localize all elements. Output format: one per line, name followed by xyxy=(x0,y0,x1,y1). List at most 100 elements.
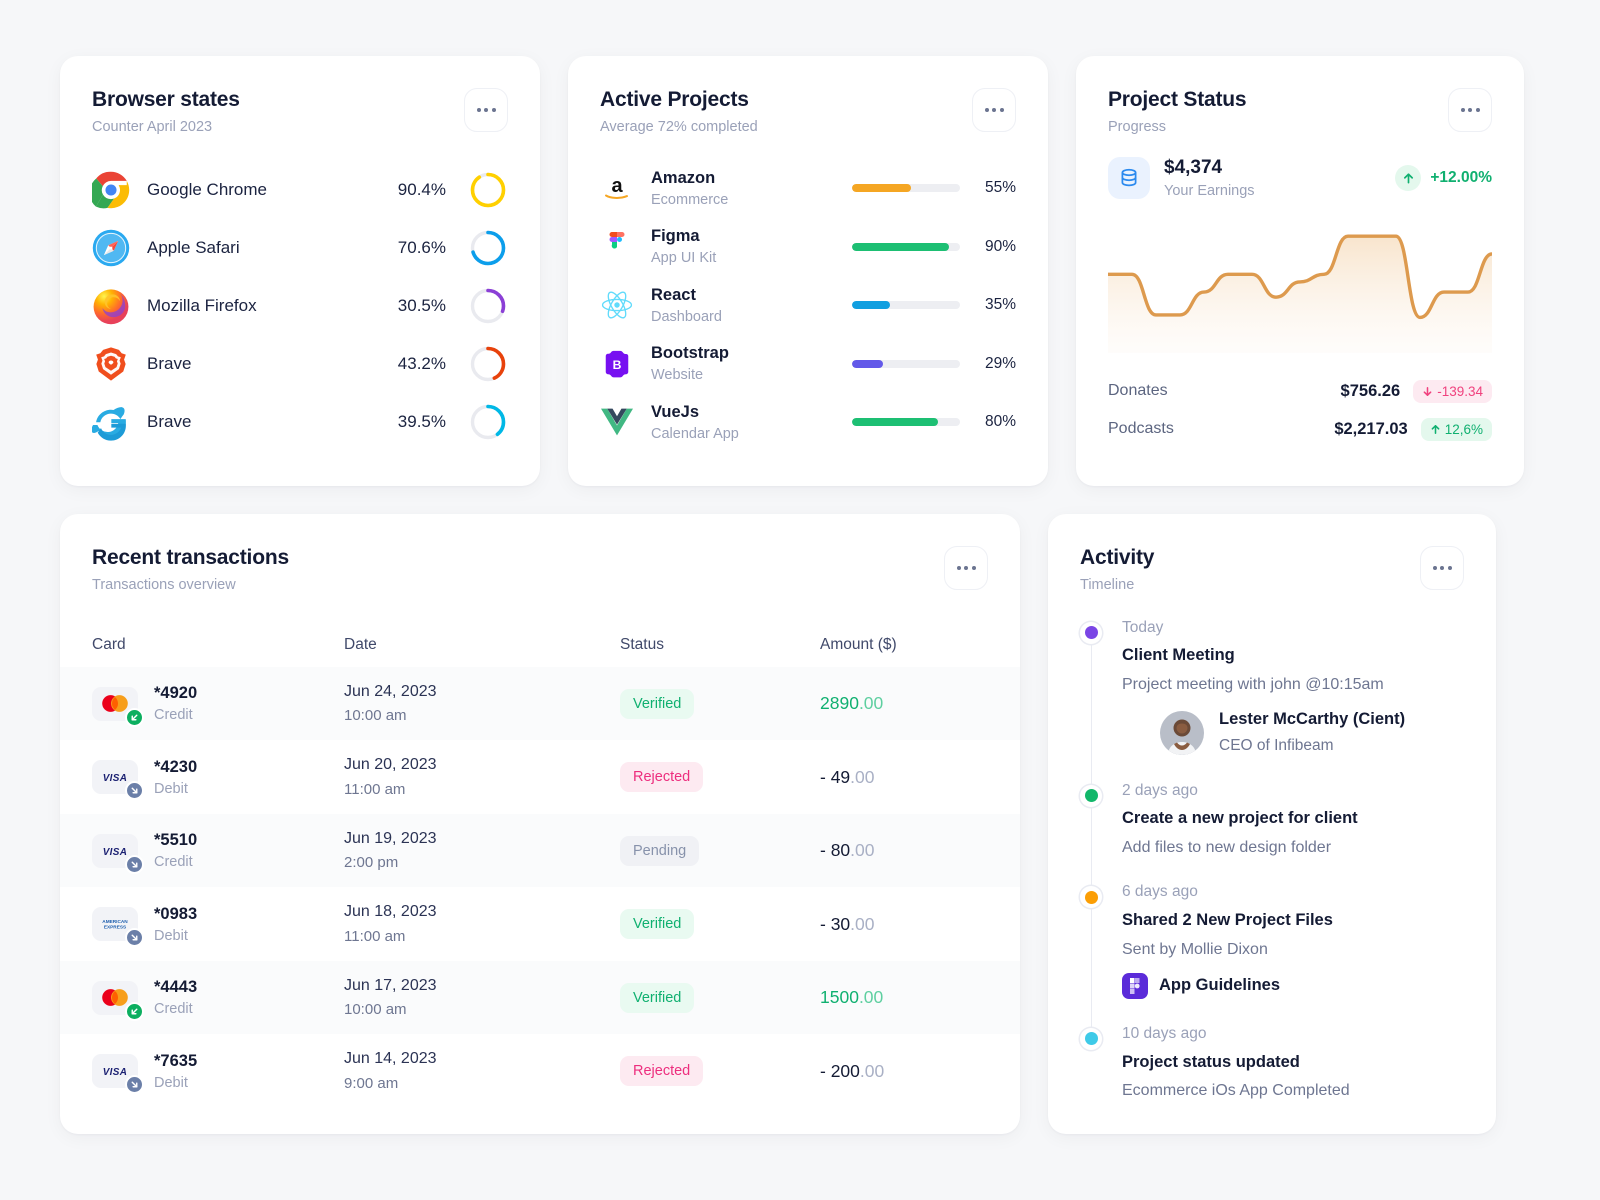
timeline-connector xyxy=(1090,643,1093,786)
status-cell: Verified xyxy=(620,909,820,940)
recent-transactions-more-options-button[interactable] xyxy=(944,545,988,590)
timeline-item[interactable]: 2 days ago Create a new project for clie… xyxy=(1080,781,1464,888)
active-projects-card: Active Projects Average 72% completed a … xyxy=(568,56,1048,486)
activity-more-options-button[interactable] xyxy=(1420,545,1464,590)
person-role: CEO of Infibeam xyxy=(1219,737,1334,755)
timeline-time: Today xyxy=(1122,618,1164,636)
amount-cents: .00 xyxy=(858,693,884,714)
activity-header: Activity Timeline xyxy=(1048,514,1496,593)
top-row: Browser states Counter April 2023 Google… xyxy=(60,56,1540,486)
amount-cell: - 49.00 xyxy=(820,767,988,788)
earnings-row: $4,374 Your Earnings +12.00% xyxy=(1076,135,1524,200)
table-row[interactable]: VISA *4230 Debit Jun 20, 2023 11:00 am R… xyxy=(60,740,1020,814)
progress-ring xyxy=(470,230,506,266)
timeline-dot xyxy=(1080,621,1102,644)
project-progress-bar xyxy=(852,418,960,427)
arrow-in-icon xyxy=(125,1001,144,1021)
card-type: Debit xyxy=(154,927,188,944)
timeline-time: 2 days ago xyxy=(1122,781,1198,799)
card-subtitle: Timeline xyxy=(1080,576,1135,593)
progress-fill xyxy=(852,418,939,427)
table-row[interactable]: *4920 Credit Jun 24, 2023 10:00 am Verif… xyxy=(60,666,1020,741)
timeline-dot xyxy=(1080,1027,1102,1050)
card-number: *5510 xyxy=(154,831,198,850)
status-cell: Pending xyxy=(620,835,820,866)
arrow-out-icon xyxy=(125,854,144,874)
project-row[interactable]: a Amazon Ecommerce 55% xyxy=(600,159,1016,218)
project-row[interactable]: B Bootstrap Website 29% xyxy=(600,335,1016,394)
activity-card: Activity Timeline Today Client Meeting P… xyxy=(1048,513,1496,1135)
table-row[interactable]: VISA *7635 Debit Jun 14, 2023 9:00 am Re… xyxy=(60,1034,1020,1108)
project-name: React xyxy=(651,285,696,304)
project-text: React Dashboard xyxy=(651,286,852,325)
browser-states-header: Browser states Counter April 2023 xyxy=(60,56,540,135)
timeline-description: Ecommerce iOs App Completed xyxy=(1122,1082,1350,1100)
browser-row[interactable]: Apple Safari 70.6% xyxy=(92,219,508,277)
project-category: Calendar App xyxy=(651,425,739,442)
table-row[interactable]: *4443 Credit Jun 17, 2023 10:00 am Verif… xyxy=(60,960,1020,1035)
chart-area-fill xyxy=(1108,236,1492,354)
earnings-change: +12.00% xyxy=(1395,165,1492,192)
transaction-time: 10:00 am xyxy=(344,707,407,725)
card-text: *4230 Debit xyxy=(154,758,197,797)
arrow-down-icon xyxy=(1423,386,1432,396)
browser-row[interactable]: Brave 39.5% xyxy=(91,393,508,451)
stat-change-badge: -139.34 xyxy=(1413,379,1492,403)
timeline-person[interactable]: Lester McCarthy (Cient) CEO of Infibeam xyxy=(1160,710,1464,756)
arrow-out-icon xyxy=(125,928,144,948)
recent-transactions-header: Recent transactions Transactions overvie… xyxy=(60,514,1020,593)
person-name: Lester McCarthy (Cient) xyxy=(1219,710,1406,729)
dot-icon xyxy=(1084,890,1098,904)
browser-row[interactable]: Google Chrome 90.4% xyxy=(89,161,508,219)
timeline-item[interactable]: 6 days ago Shared 2 New Project Files Se… xyxy=(1080,883,1464,1029)
card-cell: AMERICAN EXPRESS *0983 Debit xyxy=(92,905,344,948)
card-subtitle: Average 72% completed xyxy=(600,119,758,136)
amount-integer: - 80 xyxy=(820,840,851,861)
card-cell: *4443 Credit xyxy=(92,978,344,1021)
browser-row[interactable]: Brave 43.2% xyxy=(92,335,508,393)
column-header-amount: Amount ($) xyxy=(820,635,897,653)
project-text: Bootstrap Website xyxy=(651,344,852,383)
browser-percent: 90.4% xyxy=(397,180,446,200)
amount-cents: .00 xyxy=(850,913,875,934)
amount-cell: - 200.00 xyxy=(820,1061,988,1082)
browser-states-more-options-button[interactable] xyxy=(464,88,508,132)
bottom-row: Recent transactions Transactions overvie… xyxy=(60,513,1540,1135)
browser-row[interactable]: Mozilla Firefox 30.5% xyxy=(92,277,508,335)
project-row[interactable]: Figma App UI Kit 90% xyxy=(600,218,1016,277)
project-row[interactable]: VueJs Calendar App 80% xyxy=(600,393,1016,452)
amount-cents: .00 xyxy=(858,987,884,1008)
timeline-attachment[interactable]: App Guidelines xyxy=(1122,972,1464,999)
stat-value: $756.26 xyxy=(1340,381,1401,400)
timeline-item[interactable]: 10 days ago Project status updated Ecomm… xyxy=(1080,1025,1464,1105)
amazon-icon: a xyxy=(600,171,634,205)
dot-icon xyxy=(999,108,1004,112)
project-name: Figma xyxy=(651,227,700,246)
transaction-date: Jun 17, 2023 xyxy=(344,976,437,994)
table-row[interactable]: VISA *5510 Credit Jun 19, 2023 2:00 pm P… xyxy=(60,813,1020,888)
project-progress-bar xyxy=(852,359,960,368)
table-row[interactable]: AMERICAN EXPRESS *0983 Debit Jun 18, 2023… xyxy=(60,887,1020,961)
dot-icon xyxy=(1084,626,1098,640)
project-row[interactable]: React Dashboard 35% xyxy=(600,276,1016,335)
project-percent: 55% xyxy=(984,179,1016,197)
browser-name: Google Chrome xyxy=(147,180,268,200)
date-cell: Jun 18, 2023 11:00 am xyxy=(344,903,620,944)
active-projects-more-options-button[interactable] xyxy=(972,88,1016,132)
card-number: *7635 xyxy=(154,1051,198,1070)
browser-name: Brave xyxy=(147,412,192,432)
status-stat-row: Podcasts $2,217.03 12,6% xyxy=(1108,410,1492,448)
amount-integer: - 49 xyxy=(820,766,851,787)
timeline-dot xyxy=(1080,784,1102,807)
project-percent: 90% xyxy=(984,237,1016,255)
status-badge: Verified xyxy=(620,688,695,719)
status-badge: Pending xyxy=(620,835,700,866)
timeline-description: Project meeting with john @10:15am xyxy=(1122,676,1384,694)
stat-value: $2,217.03 xyxy=(1334,419,1408,438)
file-name: App Guidelines xyxy=(1159,976,1281,995)
status-badge: Rejected xyxy=(620,1056,704,1087)
project-status-card: Project Status Progress $4,374 Your Earn… xyxy=(1076,56,1524,486)
timeline-item[interactable]: Today Client Meeting Project meeting wit… xyxy=(1080,618,1464,786)
project-status-more-options-button[interactable] xyxy=(1448,88,1492,132)
dot-icon xyxy=(1468,108,1472,112)
